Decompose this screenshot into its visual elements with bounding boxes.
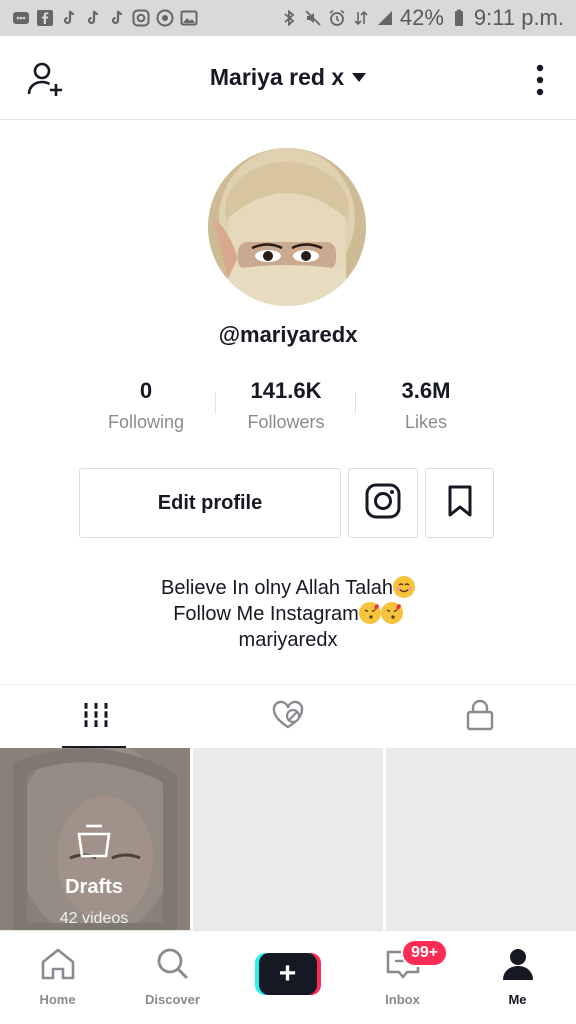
- bio-line: Follow Me Instagram: [0, 601, 576, 627]
- nav-me[interactable]: Me: [460, 931, 575, 1024]
- screen-record-icon: [156, 9, 174, 27]
- bottom-nav: Home Discover + 99+ Inbox Me: [0, 930, 576, 1024]
- followers-count: 141.6K: [250, 378, 322, 403]
- status-notification-icons: [12, 9, 198, 27]
- status-time: 9:11 p.m.: [473, 5, 564, 30]
- tiktok-icon: [108, 9, 126, 27]
- tab-private[interactable]: [384, 685, 576, 749]
- nav-home-label: Home: [39, 992, 76, 1007]
- stat-following[interactable]: 0 Following: [76, 374, 216, 444]
- message-icon: [12, 9, 30, 27]
- bio-instagram-handle: mariyaredx: [238, 629, 338, 651]
- nav-discover[interactable]: Discover: [115, 931, 230, 1024]
- edit-profile-button[interactable]: Edit profile: [79, 468, 341, 538]
- bio: Believe In olny Allah Talah Follow Me In…: [0, 575, 576, 653]
- drafts-tile[interactable]: Drafts 42 videos: [0, 748, 190, 930]
- nav-create[interactable]: +: [230, 931, 345, 1024]
- facebook-icon: [36, 9, 54, 27]
- add-user-button[interactable]: [26, 60, 66, 100]
- image-icon: [180, 9, 198, 27]
- chevron-down-icon: [352, 73, 367, 82]
- username: @mariyaredx: [218, 322, 358, 347]
- mute-icon: [304, 9, 322, 27]
- kiss-emoji-icon: [380, 602, 403, 624]
- page-title: Mariya red x: [209, 64, 345, 90]
- bookmark-icon: [447, 485, 473, 522]
- alarm-icon: [328, 9, 346, 27]
- nav-me-label: Me: [508, 992, 527, 1007]
- tiktok-icon: [60, 9, 78, 27]
- status-system-icons: 42% 9:11 p.m.: [280, 5, 564, 31]
- instagram-icon: [365, 483, 401, 524]
- smiling-emoji-icon: [393, 576, 415, 598]
- signal-icon: [376, 9, 394, 27]
- create-button[interactable]: +: [254, 953, 321, 995]
- instagram-button[interactable]: [348, 468, 418, 538]
- inbox-badge: 99+: [401, 939, 449, 967]
- nav-home[interactable]: Home: [0, 931, 115, 1024]
- bio-text: Believe In olny Allah Talah: [160, 577, 393, 599]
- grid-icon: [83, 701, 109, 734]
- me-icon: [501, 947, 535, 986]
- stat-followers[interactable]: 141.6K Followers: [216, 374, 356, 444]
- avatar[interactable]: [208, 148, 366, 306]
- video-grid: Drafts 42 videos: [0, 748, 576, 930]
- stat-likes[interactable]: 3.6M Likes: [356, 374, 496, 444]
- kiss-emoji-icon: [358, 602, 381, 624]
- lock-icon: [466, 699, 494, 736]
- data-icon: [352, 9, 370, 27]
- profile-stats: 0 Following 141.6K Followers 3.6M Likes: [76, 374, 496, 444]
- drafts-label: Drafts: [65, 876, 123, 898]
- avatar-image: [208, 148, 366, 306]
- favorites-button[interactable]: [425, 468, 494, 538]
- status-bar: 42% 9:11 p.m.: [0, 0, 576, 36]
- account-switcher[interactable]: Mariya red x: [209, 64, 367, 91]
- nav-inbox-label: Inbox: [385, 992, 420, 1007]
- more-icon: [530, 64, 550, 104]
- more-button[interactable]: [530, 60, 550, 100]
- bluetooth-icon: [280, 9, 298, 27]
- liked-icon: [271, 700, 305, 735]
- drafts-count: 42 videos: [59, 910, 129, 927]
- plus-icon: +: [258, 953, 317, 995]
- tab-liked[interactable]: [192, 685, 384, 749]
- tab-videos[interactable]: [0, 685, 192, 749]
- bio-line: Believe In olny Allah Talah: [0, 575, 576, 601]
- content-tabs: [0, 684, 576, 749]
- video-placeholder: [193, 748, 383, 930]
- likes-label: Likes: [404, 412, 448, 432]
- tiktok-icon: [84, 9, 102, 27]
- nav-discover-label: Discover: [145, 992, 200, 1007]
- bio-text: Follow Me Instagram: [173, 603, 359, 625]
- home-icon: [39, 947, 77, 986]
- battery-percent: 42%: [399, 5, 444, 30]
- following-label: Following: [107, 412, 185, 432]
- battery-icon: [450, 9, 468, 27]
- following-count: 0: [139, 378, 153, 403]
- followers-label: Followers: [247, 412, 325, 432]
- add-user-icon: [26, 62, 66, 104]
- nav-inbox[interactable]: 99+ Inbox: [345, 931, 460, 1024]
- search-icon: [155, 947, 191, 986]
- instagram-icon: [132, 9, 150, 27]
- likes-count: 3.6M: [401, 378, 451, 403]
- profile-header: Mariya red x: [0, 36, 576, 120]
- video-placeholder: [386, 748, 576, 930]
- drafts-icon: [76, 824, 112, 863]
